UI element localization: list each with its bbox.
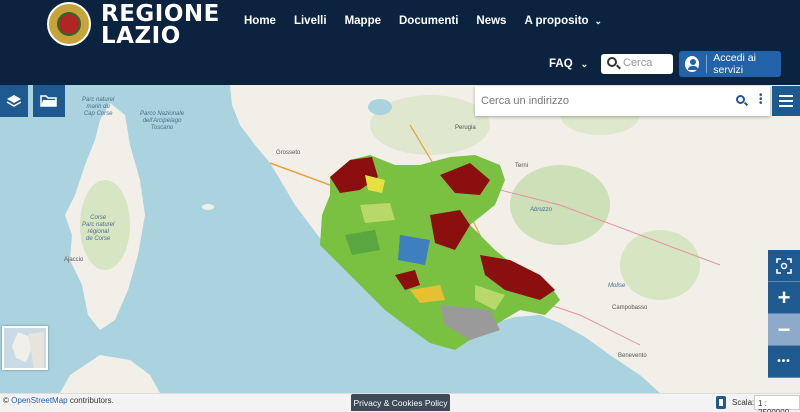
kebab-icon[interactable]: • • • [759, 91, 763, 109]
map-canvas[interactable]: Parc naturel marin du Cap Corse Parco Nazi… [0, 85, 800, 393]
search-icon [607, 57, 617, 67]
nav-documenti[interactable]: Documenti [399, 15, 458, 27]
nav-home[interactable]: Home [244, 15, 276, 27]
map-label-corse-park: Corse Parc naturel régional de Corse [82, 215, 115, 242]
header-search-placeholder: Cerca [623, 57, 653, 69]
hamburger-icon-bar [779, 100, 793, 102]
scale-select[interactable]: 1 : 2500000 [754, 395, 800, 412]
login-button[interactable]: Accedi ai servizi [679, 51, 781, 77]
map-label-perugia: Perugia [455, 125, 476, 131]
regione-lazio-logo[interactable] [47, 2, 91, 46]
faq-label: FAQ [549, 58, 573, 70]
brand-line-2: LAZIO [101, 23, 181, 49]
fullscreen-icon [776, 257, 792, 274]
more-options-button[interactable]: ••• [768, 346, 800, 378]
hamburger-icon-bar [779, 105, 793, 107]
main-nav: Home Livelli Mappe Documenti News A prop… [244, 15, 620, 27]
login-label: Accedi ai servizi [713, 52, 756, 76]
map-label-molise: Molise [608, 283, 626, 289]
nav-news[interactable]: News [476, 15, 506, 27]
overview-minimap[interactable] [2, 326, 48, 370]
faq-menu[interactable]: FAQ ⌄ [549, 58, 588, 70]
folder-icon [40, 95, 57, 107]
status-bar: © OpenStreetMap contributors. Privacy & … [0, 393, 800, 412]
search-icon[interactable] [736, 95, 745, 104]
map-label-arcipelago: Parco Nazionale dell'Arcipelago Toscano [140, 111, 185, 131]
nav-a-proposito[interactable]: A proposito ⌄ [524, 15, 602, 27]
site-header: REGIONE LAZIO Home Livelli Mappe Documen… [0, 0, 800, 85]
brand-name[interactable]: REGIONE LAZIO [101, 1, 220, 49]
user-icon [685, 56, 700, 72]
chevron-down-icon: ⌄ [594, 16, 603, 26]
attribution-suffix: contributors. [69, 396, 114, 405]
scale-label: Scala: [732, 398, 755, 407]
nav-mappe[interactable]: Mappe [345, 15, 381, 27]
scale-icon[interactable] [716, 396, 726, 409]
map-tiles [60, 85, 800, 393]
attribution-prefix: © [3, 396, 9, 405]
open-folder-button[interactable] [33, 85, 65, 117]
map-attribution: © OpenStreetMap contributors. [3, 396, 114, 405]
map-label-abruzzo: Abruzzo [530, 207, 553, 213]
map-menu-button[interactable] [772, 86, 800, 116]
address-search-input[interactable]: Cerca un indirizzo • • • [475, 86, 770, 116]
nav-livelli[interactable]: Livelli [294, 15, 327, 27]
logo-emblem [57, 12, 81, 36]
brand-line-1: REGIONE [101, 1, 220, 27]
map-label-grosseto: Grosseto [276, 150, 301, 156]
hamburger-icon [779, 95, 793, 97]
divider [706, 55, 708, 73]
zoom-in-button[interactable]: + [768, 282, 800, 314]
map-label-terni: Terni [515, 163, 529, 169]
map-label-cap-corse: Parc naturel marin du Cap Corse [82, 97, 115, 117]
map-label-ajaccio: Ajaccio [64, 257, 84, 263]
address-search-placeholder: Cerca un indirizzo [481, 95, 570, 107]
map-label-campobasso: Campobasso [612, 305, 648, 311]
layers-button[interactable] [0, 85, 28, 117]
fullscreen-button[interactable] [768, 250, 800, 282]
minimap-tiles [12, 332, 44, 368]
osm-link[interactable]: OpenStreetMap [11, 396, 67, 405]
privacy-cookies-button[interactable]: Privacy & Cookies Policy [351, 394, 450, 411]
layers-icon [6, 95, 22, 107]
nav-a-proposito-label: A proposito [524, 15, 589, 27]
zoom-controls: + − ••• [768, 250, 800, 378]
header-search-input[interactable]: Cerca [601, 54, 673, 74]
chevron-down-icon: ⌄ [580, 59, 589, 69]
map-label-benevento: Benevento [618, 353, 647, 359]
zoom-out-button[interactable]: − [768, 314, 800, 346]
